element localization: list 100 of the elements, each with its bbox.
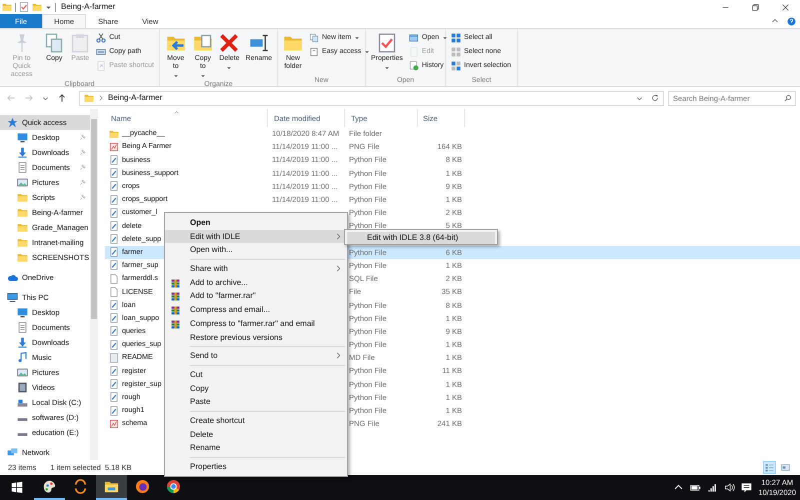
chevron-down-icon[interactable]: [636, 94, 643, 102]
close-icon: [780, 2, 790, 12]
picture-icon: [17, 177, 28, 188]
forward-arrow-icon: [24, 93, 34, 103]
script-file-icon: [109, 220, 119, 231]
menu-item[interactable]: Cut: [165, 368, 347, 382]
folder-icon: [17, 192, 28, 203]
battery-icon[interactable]: [690, 482, 702, 493]
menu-item[interactable]: Properties: [165, 460, 347, 474]
script-file-icon: [109, 234, 119, 244]
script-file-icon: [109, 247, 119, 258]
film-icon: [17, 382, 28, 393]
script-file-icon: [109, 154, 119, 165]
script-file-icon: [109, 406, 119, 416]
menu-item[interactable]: Rename: [165, 441, 347, 455]
monitor-icon: [17, 307, 28, 318]
menu-item[interactable]: Copy: [165, 382, 347, 396]
star-icon: [7, 117, 18, 128]
menu-item[interactable]: Share with: [165, 262, 347, 276]
scissors-icon: [96, 33, 106, 43]
restore-icon: [750, 2, 760, 12]
picture-icon: [17, 367, 28, 378]
search-icon: [784, 94, 792, 102]
menu-item[interactable]: Edit with IDLE: [165, 230, 347, 244]
folder-icon: [17, 237, 28, 248]
sort-icon: [173, 110, 180, 115]
help-icon[interactable]: [787, 16, 796, 26]
folder-icon: [17, 222, 28, 233]
checklist-icon[interactable]: [19, 2, 29, 12]
chevron-down-icon: [42, 94, 49, 102]
folder-icon: [17, 207, 28, 218]
menu-item[interactable]: Add to archive...: [165, 276, 347, 290]
window-icon: [408, 33, 419, 43]
network-icon: [7, 447, 18, 458]
history-icon: [408, 61, 419, 71]
script-file-icon: [109, 379, 119, 390]
menu-item[interactable]: Create shortcut: [165, 414, 347, 428]
archive-icon: [171, 306, 180, 316]
folder-icon: [104, 479, 119, 494]
document-icon: [17, 322, 28, 333]
script-file-icon: [109, 168, 119, 178]
script-file-icon: [109, 181, 119, 192]
folder-icon: [109, 128, 119, 139]
computer-icon: [7, 292, 18, 303]
delete-icon: [219, 33, 240, 53]
browser-icon: [135, 479, 150, 494]
details-view-button[interactable]: [763, 461, 776, 474]
archive-icon: [171, 292, 180, 302]
menu-item[interactable]: Edit with IDLE 3.8 (64-bit): [347, 232, 495, 244]
archive-icon: [171, 320, 180, 329]
menu-item[interactable]: Send to: [165, 349, 347, 363]
window-title: Being-A-farmer: [61, 2, 116, 12]
download-arrow-icon: [17, 337, 28, 348]
script-file-icon: [109, 392, 119, 402]
script-file-icon: [109, 340, 119, 350]
archive-icon: [171, 278, 180, 288]
list-icon: [765, 463, 774, 472]
chevron-right-icon: [98, 95, 104, 101]
grid-icon: [451, 61, 461, 71]
menu-item[interactable]: Add to "farmer.rar": [165, 289, 347, 304]
menu-item[interactable]: Compress and email...: [165, 303, 347, 317]
file-icon: [109, 286, 119, 297]
grid-icon: [451, 47, 461, 57]
grid-icon: [451, 33, 461, 43]
chevron-up-icon[interactable]: [771, 17, 779, 25]
taskbar-app[interactable]: [96, 475, 127, 500]
music-note-icon: [17, 352, 28, 363]
shortcut-icon: [96, 61, 106, 71]
back-arrow-icon: [6, 93, 16, 103]
file-icon: [109, 274, 119, 284]
monitor-icon: [17, 132, 28, 143]
rename-icon: [248, 33, 269, 53]
image-file-icon: [109, 142, 119, 152]
script-file-icon: [109, 260, 119, 270]
page-icon: [309, 47, 319, 57]
start-icon: [11, 480, 23, 492]
script-file-icon: [109, 194, 119, 205]
message-icon[interactable]: [741, 482, 752, 493]
browser-icon: [166, 479, 181, 494]
new-item-icon: [309, 33, 319, 43]
menu-item[interactable]: Paste: [165, 395, 347, 409]
up-arrow-icon: [57, 93, 67, 103]
menu-item[interactable]: Compress to "farmer.rar" and email: [165, 316, 347, 330]
clipboard-icon: [70, 33, 90, 53]
caret-icon[interactable]: [45, 4, 52, 10]
address-field[interactable]: Being-A-farmer: [79, 90, 664, 106]
menu-item[interactable]: Open with...: [165, 243, 347, 258]
path-icon: [96, 47, 106, 57]
menu-item[interactable]: Restore previous versions: [165, 330, 347, 344]
speaker-icon[interactable]: [724, 482, 736, 493]
checklist-icon: [376, 33, 397, 53]
signal-icon[interactable]: [707, 482, 718, 493]
copy-icon: [44, 33, 64, 53]
menu-item[interactable]: Delete: [165, 428, 347, 442]
script-file-icon: [109, 300, 119, 310]
menu-item[interactable]: Open: [165, 216, 347, 230]
sync-icon: [73, 479, 88, 494]
folder-icon: [84, 93, 94, 103]
refresh-icon[interactable]: [651, 94, 659, 102]
image-file-icon: [109, 418, 119, 429]
